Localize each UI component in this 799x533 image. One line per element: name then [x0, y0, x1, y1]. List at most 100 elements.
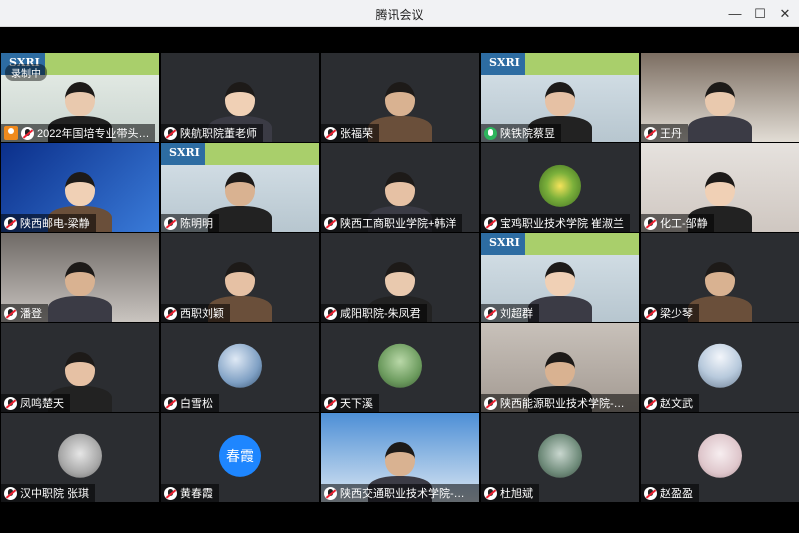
window-titlebar: 腾讯会议 — ☐ ✕: [0, 0, 799, 27]
background-banner: SXRI: [161, 143, 319, 165]
microphone-muted-icon: [324, 306, 337, 320]
participant-tile[interactable]: 梁少琴: [641, 233, 799, 322]
participant-tile[interactable]: 陕西能源职业技术学院-丁…: [481, 323, 639, 412]
participant-name: 白雪松: [180, 398, 213, 410]
participant-name: 陕西能源职业技术学院-丁…: [500, 398, 633, 410]
nameplate: 张福荣: [321, 124, 379, 142]
window-title: 腾讯会议: [375, 8, 424, 22]
banner-logo: SXRI: [485, 56, 524, 69]
microphone-muted-icon: [644, 396, 657, 410]
nameplate: 赵盈盈: [641, 484, 699, 502]
participant-name: 潘登: [20, 308, 42, 320]
participant-name: 黄春霞: [180, 488, 213, 500]
nameplate: 潘登: [1, 304, 48, 322]
avatar: [538, 433, 582, 478]
nameplate: 陈明明: [161, 214, 219, 232]
participant-tile[interactable]: SXRI 录制中 2022年国培专业带头…: [1, 53, 159, 142]
participant-name: 凤鸣楚天: [20, 398, 64, 410]
avatar: [698, 343, 742, 388]
nameplate: 陕铁院蔡昱: [481, 124, 561, 142]
microphone-muted-icon: [4, 396, 17, 410]
participant-name: 咸阳职院-朱凤君: [340, 308, 421, 320]
nameplate: 陕西工商职业学院+韩洋: [321, 214, 463, 232]
nameplate: 白雪松: [161, 394, 219, 412]
participant-name: 赵文武: [660, 398, 693, 410]
microphone-muted-icon: [484, 396, 497, 410]
background-banner: SXRI: [481, 53, 639, 75]
microphone-muted-icon: [4, 486, 17, 500]
avatar: [58, 433, 102, 478]
participant-tile[interactable]: 汉中职院 张琪: [1, 413, 159, 502]
nameplate: 陕西邮电-梁静: [1, 214, 96, 232]
microphone-muted-icon: [21, 126, 34, 140]
avatar: [378, 343, 422, 388]
background-banner: SXRI: [481, 233, 639, 255]
nameplate: 宝鸡职业技术学院 崔淑兰: [481, 214, 631, 232]
microphone-muted-icon: [644, 306, 657, 320]
nameplate: 凤鸣楚天: [1, 394, 70, 412]
text-avatar: 春霞: [219, 434, 261, 477]
participant-name: 陕西工商职业学院+韩洋: [340, 218, 457, 230]
participant-tile[interactable]: 天下溪: [321, 323, 479, 412]
nameplate: 杜旭斌: [481, 484, 539, 502]
participant-tile[interactable]: 化工-邹静: [641, 143, 799, 232]
participant-figure: [688, 82, 752, 142]
participant-name: 杜旭斌: [500, 488, 533, 500]
participant-tile[interactable]: 宝鸡职业技术学院 崔淑兰: [481, 143, 639, 232]
participant-name: 宝鸡职业技术学院 崔淑兰: [500, 218, 625, 230]
microphone-muted-icon: [324, 126, 337, 140]
nameplate: 梁少琴: [641, 304, 699, 322]
nameplate: 刘超群: [481, 304, 539, 322]
participant-tile[interactable]: 春霞 黄春霞: [161, 413, 319, 502]
microphone-muted-icon: [644, 126, 657, 140]
nameplate: 西职刘颖: [161, 304, 230, 322]
participant-tile[interactable]: 咸阳职院-朱凤君: [321, 233, 479, 322]
microphone-muted-icon: [484, 306, 497, 320]
participant-tile[interactable]: 陕航职院董老师: [161, 53, 319, 142]
participant-name: 王丹: [660, 128, 682, 140]
participant-tile[interactable]: 张福荣: [321, 53, 479, 142]
participant-tile[interactable]: 白雪松: [161, 323, 319, 412]
participant-tile[interactable]: 凤鸣楚天: [1, 323, 159, 412]
bottom-area: [0, 505, 799, 533]
microphone-muted-icon: [644, 216, 657, 230]
nameplate: 2022年国培专业带头…: [1, 124, 156, 142]
participant-name: 刘超群: [500, 308, 533, 320]
video-grid: SXRI 录制中 2022年国培专业带头… 陕航职院董老师 张福荣 SXRI 陕铁院蔡昱 王丹…: [1, 53, 799, 504]
microphone-muted-icon: [164, 396, 177, 410]
microphone-muted-icon: [164, 306, 177, 320]
participant-figure: [48, 262, 112, 322]
participant-name: 梁少琴: [660, 308, 693, 320]
participant-name: 陕西交通职业技术学院-郭…: [340, 488, 473, 500]
participant-tile[interactable]: 赵盈盈: [641, 413, 799, 502]
banner-logo: SXRI: [485, 236, 524, 249]
participant-tile[interactable]: SXRI 陕铁院蔡昱: [481, 53, 639, 142]
banner-logo: SXRI: [165, 146, 204, 159]
participant-name: 化工-邹静: [660, 218, 708, 230]
participant-tile[interactable]: 陕西交通职业技术学院-郭…: [321, 413, 479, 502]
microphone-muted-icon: [484, 486, 497, 500]
participant-tile[interactable]: 潘登: [1, 233, 159, 322]
participant-tile[interactable]: 西职刘颖: [161, 233, 319, 322]
participant-tile[interactable]: 王丹: [641, 53, 799, 142]
participant-tile[interactable]: SXRI 刘超群: [481, 233, 639, 322]
participant-tile[interactable]: 陕西邮电-梁静: [1, 143, 159, 232]
nameplate: 陕西交通职业技术学院-郭…: [321, 484, 479, 502]
nameplate: 陕航职院董老师: [161, 124, 263, 142]
microphone-icon: [484, 126, 497, 140]
participant-name: 天下溪: [340, 398, 373, 410]
microphone-muted-icon: [164, 216, 177, 230]
participant-tile[interactable]: 杜旭斌: [481, 413, 639, 502]
nameplate: 黄春霞: [161, 484, 219, 502]
participant-tile[interactable]: SXRI 陈明明: [161, 143, 319, 232]
participant-name: 赵盈盈: [660, 488, 693, 500]
microphone-muted-icon: [324, 216, 337, 230]
avatar: [539, 164, 581, 207]
participant-name: 2022年国培专业带头…: [37, 128, 150, 140]
participant-tile[interactable]: 陕西工商职业学院+韩洋: [321, 143, 479, 232]
close-button[interactable]: ✕: [770, 0, 799, 27]
avatar: [218, 343, 262, 388]
participant-tile[interactable]: 赵文武: [641, 323, 799, 412]
avatar: [698, 433, 742, 478]
microphone-muted-icon: [164, 126, 177, 140]
